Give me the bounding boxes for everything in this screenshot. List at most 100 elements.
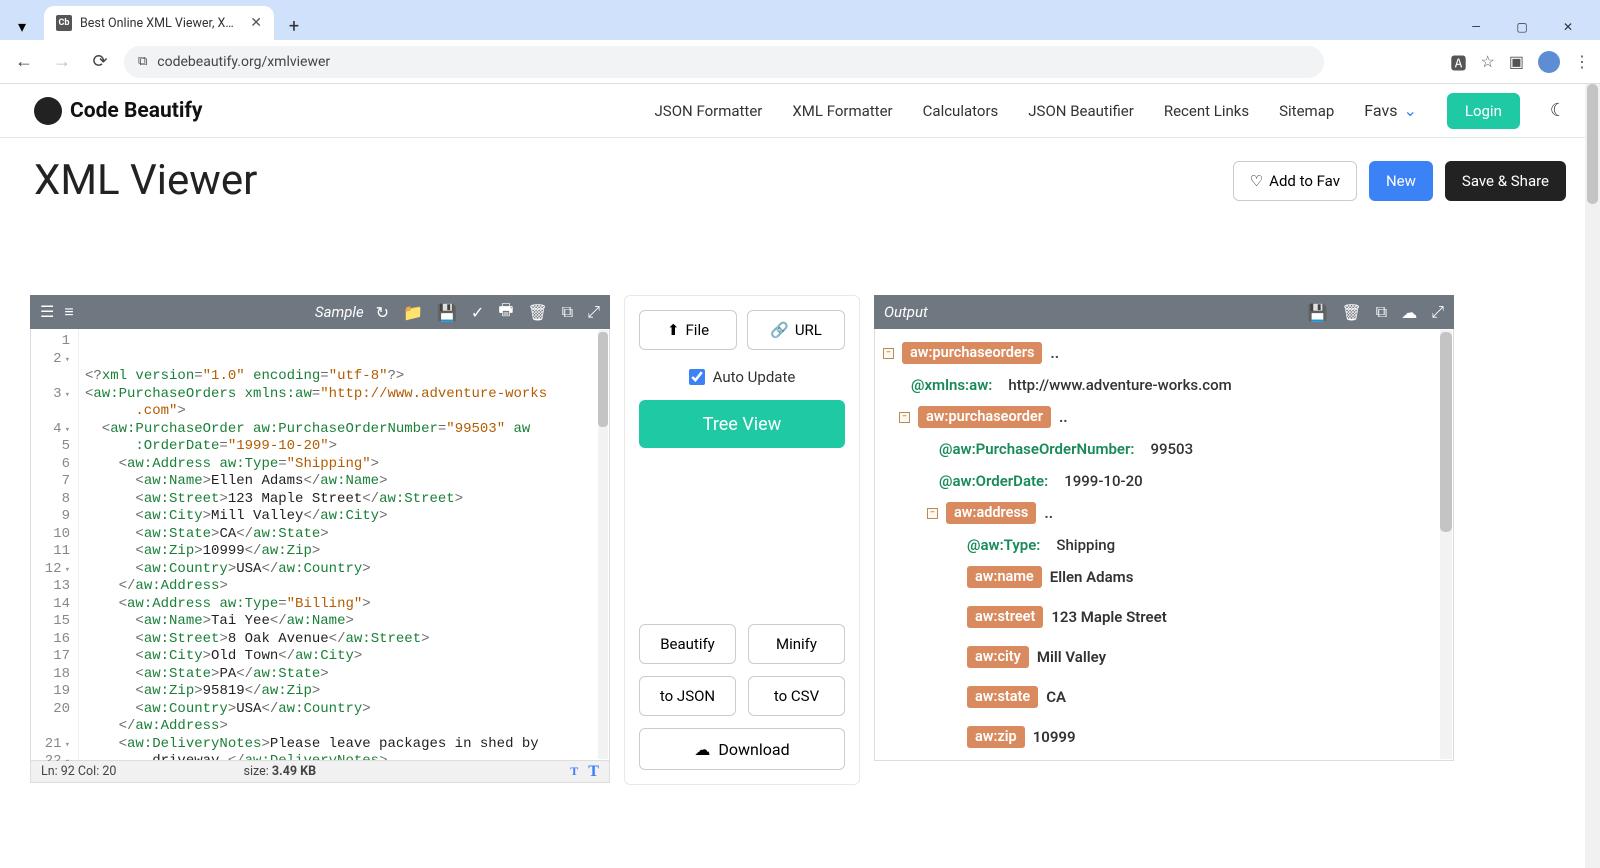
save-output-icon[interactable]: 💾 <box>1308 303 1328 322</box>
check-icon[interactable]: ✓ <box>471 303 484 322</box>
heart-icon: ♡ <box>1250 172 1263 190</box>
output-panel: Output 💾 🗑 ⧉ ☁ ⤢ − aw:purchaseorders .. … <box>874 295 1454 785</box>
tree-leaf-street: aw:street 123 Maple Street <box>967 603 1445 631</box>
expand-icon[interactable]: ⤢ <box>587 302 600 322</box>
site-top-nav: Code Beautify JSON Formatter XML Formatt… <box>0 84 1600 138</box>
nav-link-sitemap[interactable]: Sitemap <box>1279 102 1334 120</box>
auto-update-checkbox[interactable]: Auto Update <box>639 368 845 386</box>
address-bar[interactable]: ⧉ codebeautify.org/xmlviewer <box>124 46 1324 78</box>
file-button[interactable]: ⬆ File <box>639 310 737 350</box>
forward-icon[interactable]: → <box>48 48 76 76</box>
tree-node-order: − aw:purchaseorder .. <box>899 403 1445 431</box>
page-header: XML Viewer ♡ Add to Fav New Save & Share <box>0 138 1600 205</box>
page-title: XML Viewer <box>34 156 257 205</box>
side-panel-icon[interactable]: ▣ <box>1509 52 1524 71</box>
close-window-icon[interactable]: ✕ <box>1554 20 1582 34</box>
tree-attr-type: @aw:Type: Shipping <box>967 531 1445 559</box>
to-csv-button[interactable]: to CSV <box>748 676 845 716</box>
to-json-button[interactable]: to JSON <box>639 676 736 716</box>
minify-button[interactable]: Minify <box>748 624 845 664</box>
delete-output-icon[interactable]: 🗑 <box>1341 303 1361 322</box>
kebab-menu-icon[interactable]: ⋮ <box>1574 52 1590 71</box>
tab-search-dropdown[interactable]: ▾ <box>8 12 36 40</box>
brand-logo[interactable]: Code Beautify <box>34 97 202 125</box>
code-editor[interactable]: 12345678910111213141516171819202122 <?xm… <box>30 329 610 761</box>
editor-scrollbar[interactable] <box>598 330 608 759</box>
line-gutter: 12345678910111213141516171819202122 <box>31 329 79 760</box>
cloud-icon[interactable]: ☁ <box>1401 303 1417 322</box>
tree-leaf-state: aw:state CA <box>967 683 1445 711</box>
delete-icon[interactable]: 🗑 <box>527 303 547 322</box>
open-folder-icon[interactable]: 📁 <box>403 303 423 322</box>
favs-dropdown[interactable]: Favs ⌄ <box>1364 101 1417 120</box>
minimize-icon[interactable]: ― <box>1462 20 1490 34</box>
reload-icon[interactable]: ⟳ <box>86 48 114 76</box>
output-scrollbar[interactable] <box>1440 330 1452 759</box>
window-controls: ― ▢ ✕ <box>1462 20 1592 40</box>
tree-leaf-city: aw:city Mill Valley <box>967 643 1445 671</box>
tab-title: Best Online XML Viewer, XML F <box>80 16 242 31</box>
add-to-fav-button[interactable]: ♡ Add to Fav <box>1233 161 1357 201</box>
dark-mode-icon[interactable]: ☾ <box>1550 100 1566 121</box>
text-small-icon[interactable]: T <box>570 764 578 779</box>
brand-text: Code Beautify <box>70 99 202 123</box>
tree-attr-xmlns: @xmlns:aw: http://www.adventure-works.co… <box>911 371 1445 399</box>
tree-node-root: − aw:purchaseorders .. <box>883 339 1445 367</box>
download-button[interactable]: ☁ Download <box>639 728 845 770</box>
cursor-position: Ln: 92 Col: 20 <box>41 764 116 779</box>
cloud-download-icon: ☁ <box>694 740 710 759</box>
copy-icon[interactable]: ⧉ <box>562 302 573 322</box>
link-icon: 🔗 <box>770 321 789 339</box>
menu-icon[interactable]: ≡ <box>64 302 73 322</box>
tree-leaf-zip: aw:zip 10999 <box>967 723 1445 751</box>
logo-icon <box>34 97 62 125</box>
page-scrollbar[interactable] <box>1585 84 1600 868</box>
output-label: Output <box>884 303 928 321</box>
main-layout: ☰ ≡ Sample ↻ 📁 💾 ✓ 🖶 🗑 ⧉ ⤢ 1234567891011… <box>0 205 1600 785</box>
beautify-button[interactable]: Beautify <box>639 624 736 664</box>
input-panel-header: ☰ ≡ Sample ↻ 📁 💾 ✓ 🖶 🗑 ⧉ ⤢ <box>30 295 610 329</box>
nav-link-recent-links[interactable]: Recent Links <box>1164 102 1249 120</box>
url-button[interactable]: 🔗 URL <box>747 310 845 350</box>
save-share-button[interactable]: Save & Share <box>1445 161 1566 201</box>
output-panel-header: Output 💾 🗑 ⧉ ☁ ⤢ <box>874 295 1454 329</box>
input-panel: ☰ ≡ Sample ↻ 📁 💾 ✓ 🖶 🗑 ⧉ ⤢ 1234567891011… <box>30 295 610 785</box>
collapse-icon[interactable]: − <box>899 412 910 423</box>
collapse-icon[interactable]: − <box>927 508 938 519</box>
browser-tab[interactable]: Cb Best Online XML Viewer, XML F ✕ <box>44 6 274 40</box>
chevron-down-icon: ⌄ <box>1403 101 1416 120</box>
back-icon[interactable]: ← <box>10 48 38 76</box>
translate-icon[interactable]: 🅰 <box>1451 50 1467 74</box>
copy-output-icon[interactable]: ⧉ <box>1376 302 1387 322</box>
output-tree[interactable]: − aw:purchaseorders .. @xmlns:aw: http:/… <box>874 329 1454 761</box>
new-button[interactable]: New <box>1369 161 1433 201</box>
new-tab-button[interactable]: + <box>280 12 308 40</box>
list-icon[interactable]: ☰ <box>40 302 54 322</box>
text-large-icon[interactable]: T <box>588 763 599 781</box>
login-button[interactable]: Login <box>1447 93 1520 129</box>
nav-link-json-beautifier[interactable]: JSON Beautifier <box>1028 102 1134 120</box>
maximize-icon[interactable]: ▢ <box>1508 20 1536 34</box>
bookmark-star-icon[interactable]: ☆ <box>1481 52 1495 71</box>
nav-link-xml-formatter[interactable]: XML Formatter <box>792 102 892 120</box>
site-info-icon[interactable]: ⧉ <box>138 54 147 69</box>
history-icon[interactable]: ↻ <box>376 303 389 322</box>
close-tab-icon[interactable]: ✕ <box>250 15 262 31</box>
collapse-icon[interactable]: − <box>883 348 894 359</box>
tree-leaf-name: aw:name Ellen Adams <box>967 563 1445 591</box>
tree-node-address: − aw:address .. <box>927 499 1445 527</box>
save-icon[interactable]: 💾 <box>437 303 457 322</box>
tree-view-button[interactable]: Tree View <box>639 400 845 448</box>
print-icon[interactable]: 🖶 <box>498 299 513 326</box>
profile-avatar[interactable] <box>1538 51 1560 73</box>
middle-controls: ⬆ File 🔗 URL Auto Update Tree View Beaut… <box>624 295 860 785</box>
url-bar-row: ← → ⟳ ⧉ codebeautify.org/xmlviewer 🅰 ☆ ▣… <box>0 40 1600 84</box>
upload-icon: ⬆ <box>667 321 680 339</box>
expand-output-icon[interactable]: ⤢ <box>1431 302 1444 322</box>
auto-update-input[interactable] <box>689 369 705 385</box>
sample-label[interactable]: Sample <box>315 303 364 321</box>
nav-link-calculators[interactable]: Calculators <box>923 102 999 120</box>
favicon: Cb <box>56 15 72 31</box>
code-area[interactable]: <?xml version="1.0" encoding="utf-8"?><a… <box>79 329 609 760</box>
nav-link-json-formatter[interactable]: JSON Formatter <box>655 102 763 120</box>
